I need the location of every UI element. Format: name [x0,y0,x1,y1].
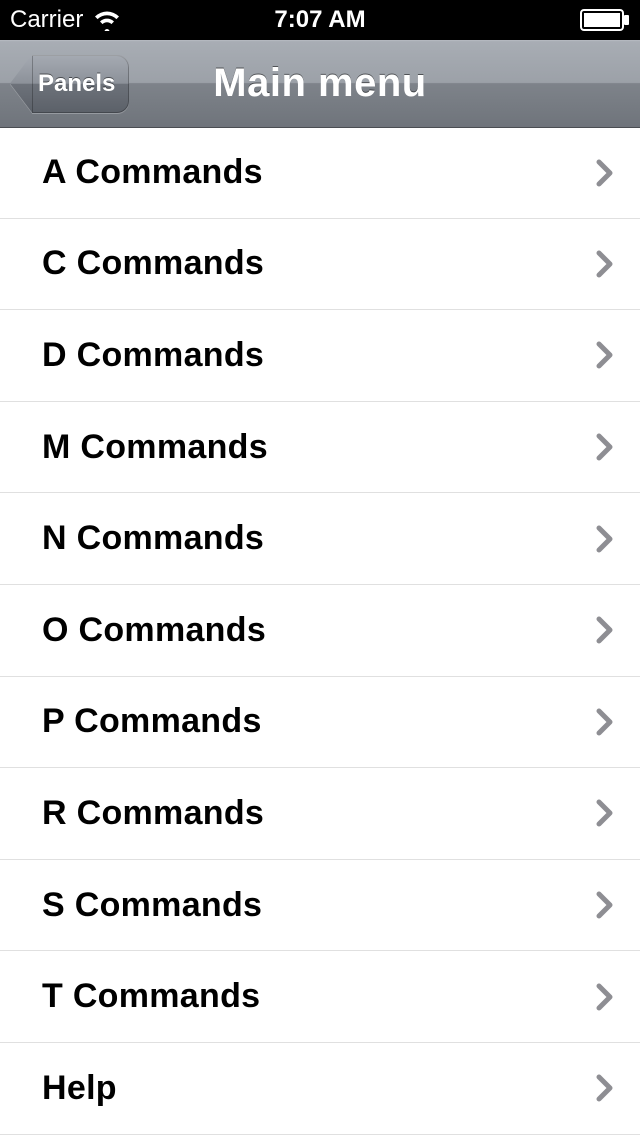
list-item[interactable]: C Commands [0,219,640,311]
list-item[interactable]: S Commands [0,860,640,952]
status-time: 7:07 AM [274,6,365,34]
list-item-label: C Commands [42,244,264,283]
list-item[interactable]: D Commands [0,310,640,402]
chevron-right-icon [596,433,614,461]
chevron-right-icon [596,525,614,553]
battery-icon [580,9,630,31]
back-button[interactable]: Panels [10,55,129,113]
list-item-label: O Commands [42,611,266,650]
list-item[interactable]: O Commands [0,585,640,677]
list-item[interactable]: M Commands [0,402,640,494]
wifi-icon [93,9,121,31]
chevron-right-icon [596,983,614,1011]
list-item[interactable]: Help [0,1043,640,1135]
list-item-label: T Commands [42,977,260,1016]
page-title: Main menu [213,61,426,106]
list-item[interactable]: T Commands [0,951,640,1043]
list-item-label: Help [42,1069,117,1108]
list-item-label: S Commands [42,886,262,925]
list-item-label: R Commands [42,794,264,833]
list-item-label: N Commands [42,519,264,558]
chevron-right-icon [596,708,614,736]
chevron-right-icon [596,616,614,644]
back-button-body: Panels [32,55,129,113]
back-button-label: Panels [38,70,115,98]
list-item[interactable]: P Commands [0,677,640,769]
chevron-right-icon [596,799,614,827]
main-list: A Commands C Commands D Commands M Comma… [0,127,640,1135]
list-item[interactable]: R Commands [0,768,640,860]
chevron-right-icon [596,250,614,278]
nav-bar: Panels Main menu [0,40,640,128]
chevron-right-icon [596,1074,614,1102]
status-right [580,9,630,31]
chevron-right-icon [596,341,614,369]
chevron-right-icon [596,891,614,919]
status-bar: Carrier 7:07 AM [0,0,640,40]
list-item-label: D Commands [42,336,264,375]
list-item[interactable]: A Commands [0,127,640,219]
list-item-label: A Commands [42,153,263,192]
list-item-label: P Commands [42,702,262,741]
list-item-label: M Commands [42,428,268,467]
status-left: Carrier [10,6,121,34]
chevron-right-icon [596,159,614,187]
back-arrow-icon [10,55,32,113]
carrier-label: Carrier [10,6,83,34]
list-item[interactable]: N Commands [0,493,640,585]
